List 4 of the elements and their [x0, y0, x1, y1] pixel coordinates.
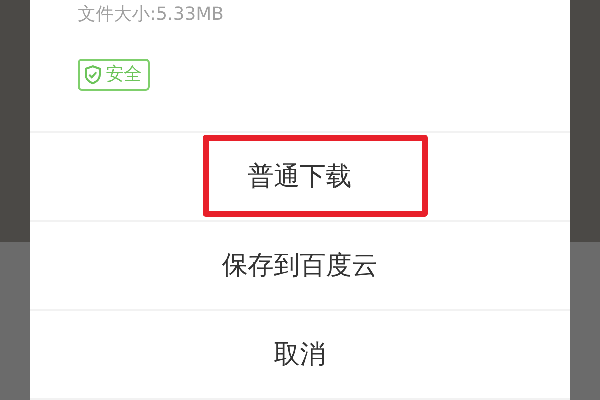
shield-check-icon — [84, 65, 102, 85]
download-button[interactable]: 普通下载 — [30, 133, 570, 222]
file-size-text: 文件大小:5.33MB — [78, 3, 224, 27]
safe-badge: 安全 — [78, 59, 150, 91]
